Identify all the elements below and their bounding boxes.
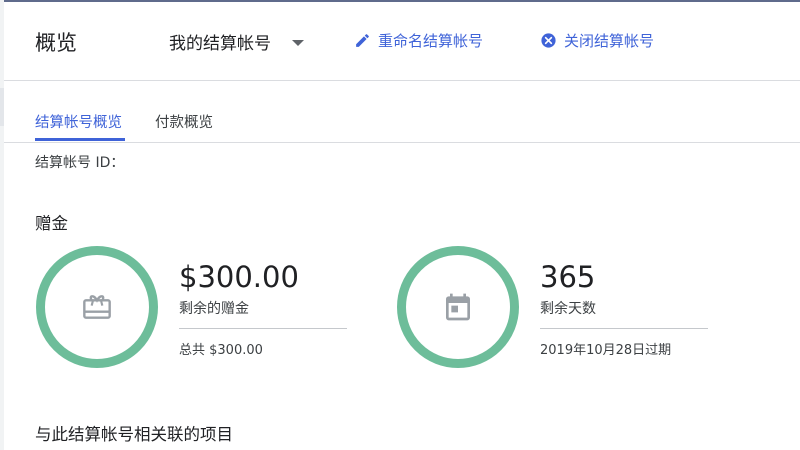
page-header: 概览 我的结算帐号 重命名结算帐号 关闭结算帐号	[4, 2, 800, 81]
rename-account-button[interactable]: 重命名结算帐号	[354, 30, 483, 51]
credits-section-title: 赠金	[35, 214, 68, 233]
calendar-icon	[446, 293, 470, 321]
remaining-credits-label: 剩余的赠金	[179, 301, 249, 317]
remaining-credits-stat: $300.00 剩余的赠金 总共 $300.00	[179, 262, 347, 358]
close-circle-icon	[541, 33, 556, 48]
page-title: 概览	[35, 31, 77, 55]
remaining-days-label: 剩余天数	[540, 301, 596, 317]
total-credits: 总共 $300.00	[179, 343, 263, 358]
active-tab-indicator	[35, 138, 125, 141]
tab-bar: 结算帐号概览 付款概览	[4, 98, 800, 143]
close-account-label: 关闭结算帐号	[564, 32, 655, 50]
tab-payment-overview[interactable]: 付款概览	[155, 111, 213, 132]
expiry-date: 2019年10月28日过期	[540, 343, 672, 358]
tab-account-overview[interactable]: 结算帐号概览	[35, 111, 122, 132]
remaining-days-stat: 365 剩余天数 2019年10月28日过期	[540, 262, 708, 358]
chevron-down-icon	[292, 39, 304, 46]
rename-account-label: 重命名结算帐号	[378, 32, 484, 50]
stat-divider	[179, 328, 347, 329]
account-id-label: 结算帐号 ID：	[35, 155, 125, 171]
remaining-days-value: 365	[540, 260, 596, 294]
gift-card-icon	[83, 295, 111, 319]
days-ring	[397, 246, 519, 368]
linked-projects-title: 与此结算帐号相关联的项目	[35, 425, 233, 444]
credits-ring	[36, 246, 158, 368]
billing-account-select[interactable]: 我的结算帐号	[169, 29, 304, 54]
billing-account-name: 我的结算帐号	[169, 34, 271, 54]
pencil-icon	[356, 34, 369, 47]
close-account-button[interactable]: 关闭结算帐号	[540, 30, 654, 51]
remaining-credits-value: $300.00	[179, 260, 299, 294]
stat-divider	[540, 328, 708, 329]
